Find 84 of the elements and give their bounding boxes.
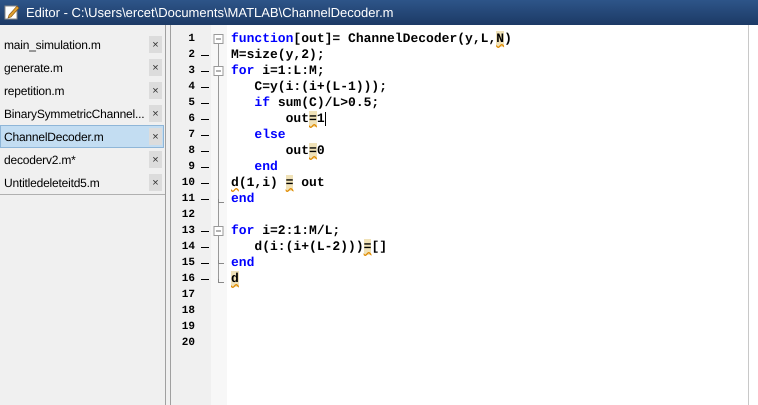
keyword: if (253, 95, 270, 111)
code-text: out (284, 111, 310, 127)
keyword: end (231, 255, 254, 271)
line-number: 11 (180, 193, 195, 205)
line-number: 13 (180, 225, 195, 237)
line-number: 18 (180, 305, 195, 317)
code-text: [] (371, 239, 388, 255)
line-number: 10 (180, 177, 195, 189)
file-tab[interactable]: decoderv2.m* × (0, 148, 164, 171)
file-tab[interactable]: generate.m × (0, 56, 164, 79)
file-tab[interactable]: ChannelDecoder.m × (0, 125, 164, 148)
line-number: 2 (187, 49, 195, 61)
code-text: out (300, 175, 325, 191)
fold-icon[interactable] (214, 66, 224, 76)
code-text: (1,i) (238, 175, 279, 191)
warning-text: d (231, 175, 239, 191)
line-number: 7 (187, 129, 195, 141)
close-button[interactable]: × (149, 82, 162, 99)
line-number: 9 (187, 161, 195, 173)
line-number: 3 (187, 65, 195, 77)
breakpoint-marker[interactable] (201, 134, 209, 136)
file-tab[interactable]: main_simulation.m × (0, 33, 164, 56)
code-text: out (284, 143, 310, 159)
warning-highlight: d (231, 271, 239, 287)
code-text: 1 (316, 111, 325, 127)
line-number: 1 (187, 33, 195, 45)
keyword: for (231, 223, 254, 239)
warning-highlight: = (286, 175, 294, 191)
warning-highlight: = (309, 111, 317, 127)
line-number: 15 (180, 257, 195, 269)
line-number: 17 (180, 289, 195, 301)
warning-highlight: N (496, 31, 504, 47)
keyword: end (231, 191, 254, 207)
line-number: 6 (187, 113, 195, 125)
line-number: 8 (187, 145, 195, 157)
window-title: Editor - C:\Users\ercet\Documents\MATLAB\ChannelDecoder.m (26, 4, 394, 20)
close-button[interactable]: × (149, 105, 162, 122)
code-text: ) (504, 31, 512, 47)
warning-highlight: = (364, 239, 372, 255)
breakpoint-marker[interactable] (201, 198, 209, 200)
close-button[interactable]: × (149, 36, 162, 53)
breakpoint-marker[interactable] (201, 150, 209, 152)
code-editor[interactable]: function[out]= ChannelDecoder(y,L,N) M=size(y,2); for i=1:L:M; C=y(i:(i+(L-1))); if sum(C)/L>0.5; out=1 else out=0 end d(1,i) = out end for i=2:1:M/L; d(i:(i+(L-2)))=[] end d (227, 25, 749, 405)
editor-icon (4, 4, 20, 20)
fold-icon[interactable] (214, 226, 224, 236)
close-button[interactable]: × (149, 174, 162, 191)
keyword: for (231, 63, 254, 79)
breakpoint-marker[interactable] (201, 86, 209, 88)
code-text: C=y(i:(i+(L-1))); (253, 79, 388, 95)
line-number: 14 (180, 241, 195, 253)
breakpoint-marker[interactable] (201, 70, 209, 72)
line-number: 4 (187, 81, 195, 93)
keyword: function (231, 31, 294, 47)
breakpoint-marker[interactable] (201, 166, 209, 168)
breakpoint-marker[interactable] (201, 246, 209, 248)
code-text: 0 (316, 143, 325, 159)
close-button[interactable]: × (149, 59, 162, 76)
code-text: i=2:1:M/L; (261, 223, 340, 239)
breakpoint-marker[interactable] (201, 182, 209, 184)
breakpoint-marker[interactable] (201, 118, 209, 120)
keyword: else (253, 127, 286, 143)
close-button[interactable]: × (149, 151, 162, 168)
breakpoint-marker[interactable] (201, 262, 209, 264)
breakpoint-marker[interactable] (201, 102, 209, 104)
breakpoint-marker[interactable] (201, 230, 209, 232)
code-text: d(i:(i+(L-2))) (253, 239, 364, 255)
line-number: 19 (180, 321, 195, 333)
warning-highlight: = (309, 143, 317, 159)
keyword: end (253, 159, 278, 175)
file-tab[interactable]: Untitledeleteitd5.m × (0, 171, 164, 194)
breakpoint-marker[interactable] (201, 54, 209, 56)
code-text: i=1:L:M; (261, 63, 325, 79)
line-number: 5 (187, 97, 195, 109)
file-tab[interactable]: repetition.m × (0, 79, 164, 102)
code-text: sum(C)/L>0.5; (276, 95, 380, 111)
close-button[interactable]: × (149, 128, 162, 145)
line-number: 16 (180, 273, 195, 285)
code-text: [out]= ChannelDecoder(y,L, (293, 31, 496, 47)
file-tab[interactable]: BinarySymmetricChannel... × (0, 102, 164, 125)
fold-icon[interactable] (214, 34, 224, 44)
line-number: 12 (180, 209, 195, 221)
breakpoint-marker[interactable] (201, 278, 209, 280)
code-text: M=size(y,2); (231, 47, 325, 63)
line-number: 20 (180, 337, 195, 349)
